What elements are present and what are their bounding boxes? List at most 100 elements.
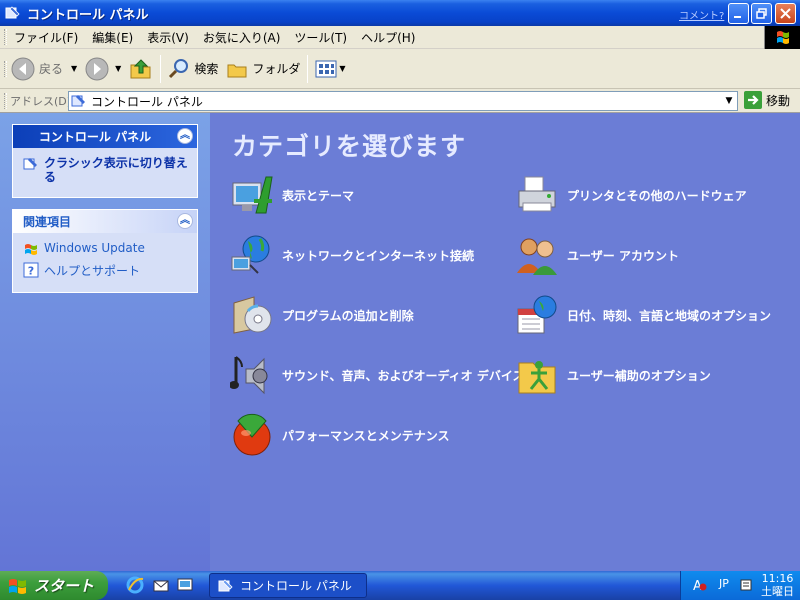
search-label: 検索	[194, 62, 219, 76]
control-panel-panel: コントロール パネル ︽ クラシック表示に切り替える	[12, 124, 198, 198]
outlook-express-icon[interactable]	[152, 576, 170, 594]
appearance-themes-icon	[232, 176, 273, 214]
category-view: カテゴリを選びます 表示とテーマ プリンタとその他のハードウェア ネットワークと…	[210, 113, 800, 571]
windows-update-icon	[25, 244, 37, 255]
address-value: コントロール パネル	[91, 94, 203, 109]
go-label: 移動	[766, 93, 791, 108]
menu-view[interactable]: 表示(V)	[140, 29, 196, 46]
internet-explorer-icon[interactable]	[126, 576, 144, 594]
date-time-globe-icon	[517, 295, 557, 334]
task-pane: コントロール パネル ︽ クラシック表示に切り替える 関連項目 ︽ Window…	[0, 113, 210, 571]
category-label: パフォーマンスとメンテナンス	[282, 428, 450, 443]
page-title: カテゴリを選びます	[232, 132, 467, 161]
menu-bar: ファイル(F) 編集(E) 表示(V) お気に入り(A) ツール(T) ヘルプ(…	[0, 26, 800, 49]
panel-body: クラシック表示に切り替える	[13, 148, 197, 197]
help-icon: ?	[23, 262, 39, 278]
control-panel-icon	[71, 95, 85, 107]
system-tray: A JP 11:16 土曜日	[680, 571, 800, 600]
windows-update-link[interactable]: Windows Update	[23, 241, 191, 257]
help-support-label: ヘルプとサポート	[44, 264, 141, 278]
menu-favorites[interactable]: お気に入り(A)	[196, 29, 288, 46]
menu-help[interactable]: ヘルプ(H)	[354, 29, 422, 46]
go-arrow-icon	[744, 91, 762, 109]
folders-button[interactable]: フォルダ	[222, 53, 304, 85]
window-title: コントロール パネル	[27, 7, 149, 23]
up-folder-icon	[130, 58, 151, 78]
close-button[interactable]	[775, 3, 796, 24]
menu-tools[interactable]: ツール(T)	[287, 29, 354, 46]
taskbar: スタート コントロール パネル A JP 11:16 土曜日	[0, 571, 800, 600]
go-button[interactable]: 移動	[744, 91, 790, 109]
windows-flag-icon	[9, 578, 26, 594]
category-printers-hardware[interactable]: プリンタとその他のハードウェア	[515, 173, 747, 217]
menu-edit[interactable]: 編集(E)	[85, 29, 140, 46]
show-desktop-icon[interactable]	[176, 576, 194, 594]
start-button[interactable]: スタート	[0, 571, 108, 600]
back-dropdown-icon[interactable]: ▼	[71, 64, 77, 73]
toolbar-separator	[307, 54, 309, 83]
category-user-accounts[interactable]: ユーザー アカウント	[515, 233, 679, 277]
search-button[interactable]: 検索	[164, 53, 222, 85]
title-bar: コントロール パネル コメント?	[0, 0, 800, 26]
svg-text:?: ?	[28, 265, 34, 278]
collapse-chevron-icon[interactable]: ︽	[177, 128, 193, 144]
category-performance-maintenance[interactable]: パフォーマンスとメンテナンス	[230, 413, 450, 457]
ime-a-icon[interactable]: A	[691, 577, 707, 593]
add-remove-programs-icon	[233, 296, 272, 334]
panel-header[interactable]: 関連項目 ︽	[13, 210, 197, 233]
panel-header[interactable]: コントロール パネル ︽	[13, 125, 197, 148]
see-also-panel: 関連項目 ︽ Windows Update ? ヘルプとサポート	[12, 209, 198, 293]
switch-classic-view-link[interactable]: クラシック表示に切り替える	[23, 156, 191, 184]
clock[interactable]: 11:16 土曜日	[761, 572, 794, 598]
start-label: スタート	[34, 577, 95, 595]
collapse-chevron-icon[interactable]: ︽	[177, 213, 193, 229]
taskbar-item-control-panel[interactable]: コントロール パネル	[209, 573, 367, 598]
category-label: プリンタとその他のハードウェア	[567, 188, 747, 203]
search-icon	[169, 58, 189, 78]
address-input[interactable]: コントロール パネル ▼	[68, 91, 738, 111]
views-icon	[315, 60, 337, 77]
views-button[interactable]: ▼	[311, 53, 349, 85]
network-globe-icon	[231, 235, 270, 274]
back-button[interactable]: 戻る ▼	[7, 53, 81, 85]
category-label: サウンド、音声、およびオーディオ デバイス	[282, 368, 525, 383]
address-label: アドレス(D)	[10, 94, 72, 108]
accessibility-icon	[518, 361, 556, 394]
category-network-internet[interactable]: ネットワークとインターネット接続	[230, 233, 474, 277]
clock-time: 11:16	[761, 572, 794, 585]
printer-icon	[518, 176, 556, 212]
panel-title: 関連項目	[23, 215, 72, 229]
performance-chart-icon	[233, 413, 271, 456]
restore-button[interactable]	[751, 3, 772, 24]
restore-icon	[756, 8, 767, 19]
control-panel-icon	[23, 158, 37, 170]
standard-toolbar: 戻る ▼ ▼ 検索 フォルダ ▼	[0, 49, 800, 89]
minimize-button[interactable]	[728, 3, 749, 24]
category-appearance-themes[interactable]: 表示とテーマ	[230, 173, 354, 217]
address-grip	[4, 92, 7, 109]
category-date-time-language[interactable]: 日付、時刻、言語と地域のオプション	[515, 293, 771, 337]
help-support-link[interactable]: ? ヘルプとサポート	[23, 262, 191, 279]
panel-title: コントロール パネル	[38, 130, 152, 144]
control-panel-icon	[5, 6, 20, 19]
category-add-remove-programs[interactable]: プログラムの追加と削除	[230, 293, 414, 337]
close-icon	[780, 8, 791, 19]
category-accessibility[interactable]: ユーザー補助のオプション	[515, 353, 711, 397]
category-label: 表示とテーマ	[282, 188, 355, 203]
menu-file[interactable]: ファイル(F)	[7, 29, 85, 46]
address-dropdown-icon[interactable]: ▼	[721, 92, 737, 110]
views-dropdown-icon[interactable]: ▼	[339, 64, 345, 73]
comment-link[interactable]: コメント?	[679, 7, 724, 22]
category-label: ユーザー補助のオプション	[567, 368, 711, 383]
back-label: 戻る	[39, 62, 64, 76]
ime-pad-icon[interactable]	[739, 577, 755, 593]
up-folder-button[interactable]	[125, 53, 157, 85]
category-label: 日付、時刻、言語と地域のオプション	[567, 308, 772, 323]
category-sounds-audio[interactable]: サウンド、音声、およびオーディオ デバイス	[230, 353, 525, 397]
forward-button[interactable]: ▼	[81, 53, 125, 85]
folders-label: フォルダ	[252, 62, 301, 76]
windows-logo-icon	[764, 26, 800, 49]
category-label: プログラムの追加と削除	[282, 308, 414, 323]
ime-language-indicator[interactable]: JP	[719, 577, 729, 590]
forward-dropdown-icon[interactable]: ▼	[115, 64, 121, 73]
